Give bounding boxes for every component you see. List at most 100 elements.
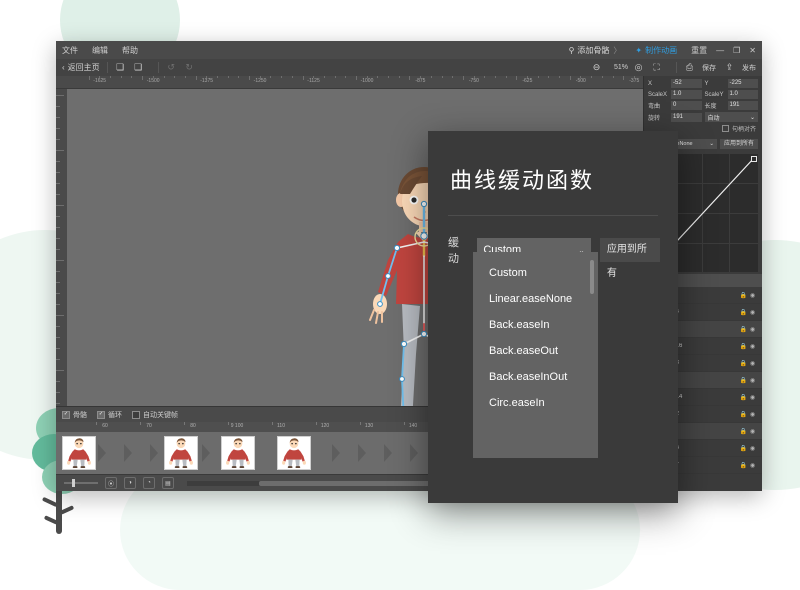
back-to-home-button[interactable]: ‹ 返回主页 — [62, 62, 100, 73]
transform-grid: X -52 Y -225 ScaleX 1.0 ScaleY 1.0 弯曲 0 … — [648, 79, 758, 122]
ruler-minor-tick — [121, 76, 122, 78]
ease-option[interactable]: Back.easeOut — [473, 338, 598, 364]
publish-icon[interactable]: ⇪ — [724, 62, 735, 73]
eye-icon[interactable]: ◉ — [748, 411, 757, 418]
target-center-icon[interactable]: ◎ — [633, 62, 644, 73]
ruler-minor-tick — [270, 76, 271, 78]
record-icon[interactable]: ⦿ — [105, 477, 117, 489]
minimize-button[interactable]: — — [716, 46, 724, 55]
lock-icon[interactable]: 🔒 — [739, 343, 748, 350]
ruler-label: -1125 — [307, 78, 319, 84]
menu-edit[interactable]: 编辑 — [92, 45, 108, 56]
ease-option[interactable]: Circ.easeIn — [473, 390, 598, 416]
eye-icon[interactable]: ◉ — [748, 445, 757, 452]
mode-select[interactable]: 自动 ⌄ — [705, 112, 759, 122]
lock-icon[interactable]: 🔒 — [739, 292, 748, 299]
timeline-tick — [272, 422, 273, 425]
eye-icon[interactable]: ◉ — [748, 292, 757, 299]
ease-option[interactable]: Back.easeIn — [473, 312, 598, 338]
eye-icon[interactable]: ◉ — [748, 309, 757, 316]
eye-icon[interactable]: ◉ — [748, 462, 757, 469]
eye-icon[interactable]: ◉ — [748, 428, 757, 435]
vertical-ruler-tick — [56, 194, 60, 195]
lock-icon[interactable]: 🔒 — [739, 394, 748, 401]
vertical-ruler-tick — [56, 183, 60, 184]
dropdown-scrollbar[interactable] — [590, 260, 594, 294]
lock-icon[interactable]: 🔒 — [739, 411, 748, 418]
label-scaley: ScaleY — [705, 92, 725, 98]
ruler-minor-tick — [131, 76, 132, 78]
checkbox-loop-label: 循环 — [108, 410, 122, 420]
paste-icon[interactable]: ❑ — [133, 62, 144, 73]
vertical-ruler-tick — [56, 238, 60, 239]
checkbox-loop[interactable]: ✓ 循环 — [97, 410, 122, 420]
checkbox-bone-box: ✓ — [62, 411, 70, 419]
timeline-zoom-slider[interactable] — [64, 482, 98, 484]
menu-file[interactable]: 文件 — [62, 45, 78, 56]
ease-options-dropdown[interactable]: CustomLinear.easeNoneBack.easeInBack.eas… — [473, 252, 598, 458]
value-y[interactable]: -225 — [728, 79, 759, 88]
frame-transition-arrow — [150, 444, 158, 462]
copy-icon[interactable]: ❏ — [115, 62, 126, 73]
zoom-out-icon[interactable]: ⊖ — [591, 62, 602, 73]
reset-layout-button[interactable]: 重置 — [691, 45, 707, 56]
value-bend[interactable]: 0 — [671, 101, 702, 110]
ease-option[interactable]: Linear.easeNone — [473, 286, 598, 312]
lock-icon[interactable]: 🔒 — [739, 462, 748, 469]
list-view-icon[interactable]: ▤ — [162, 477, 174, 489]
save-icon[interactable]: ⎙ — [684, 62, 695, 73]
undo-icon[interactable]: ↺ — [166, 62, 177, 73]
eye-icon[interactable]: ◉ — [748, 377, 757, 384]
timeline-ruler-label: 110 — [277, 423, 285, 429]
eye-icon[interactable]: ◉ — [748, 394, 757, 401]
vertical-ruler-tick — [56, 227, 60, 228]
frame-thumbnail[interactable] — [62, 436, 96, 470]
lock-icon[interactable]: 🔒 — [739, 428, 748, 435]
value-length[interactable]: 191 — [728, 101, 759, 110]
curve-handle-end[interactable] — [751, 156, 757, 162]
eye-icon[interactable]: ◉ — [748, 326, 757, 333]
ruler-minor-tick — [377, 76, 378, 78]
value-x[interactable]: -52 — [671, 79, 702, 88]
ease-option[interactable]: Custom — [473, 260, 598, 286]
lock-icon[interactable]: 🔒 — [739, 309, 748, 316]
redo-icon[interactable]: ↻ — [184, 62, 195, 73]
checkbox-auto-keyframe[interactable]: 自动关键帧 — [132, 410, 178, 420]
ruler-minor-tick — [538, 76, 539, 78]
onion-skin-icon[interactable]: ◑ — [124, 477, 136, 489]
menu-bar: 文件 编辑 帮助 ⚲ 添加骨骼 〉 ✦ 制作动画 重置 — ❐ ✕ — [56, 41, 762, 59]
lock-icon[interactable]: 🔒 — [739, 360, 748, 367]
value-scaley[interactable]: 1.0 — [728, 90, 759, 99]
lock-icon[interactable]: 🔒 — [739, 445, 748, 452]
fit-screen-icon[interactable]: ⛶ — [651, 62, 662, 73]
dialog-apply-all-button[interactable]: 应用到所有 — [600, 238, 660, 262]
maximize-button[interactable]: ❐ — [733, 46, 740, 55]
ruler-minor-tick — [206, 76, 207, 78]
save-button[interactable]: 保存 — [702, 63, 716, 73]
checkbox-bone[interactable]: ✓ 骨骼 — [62, 410, 87, 420]
slider-knob[interactable] — [72, 479, 75, 487]
frame-thumbnail[interactable] — [277, 436, 311, 470]
curve-apply-all-button[interactable]: 应用到所有 — [720, 139, 758, 149]
ruler-minor-tick — [367, 76, 368, 78]
label-length: 长度 — [705, 101, 725, 110]
close-button[interactable]: ✕ — [749, 46, 756, 55]
eye-icon[interactable]: ◉ — [748, 343, 757, 350]
lock-icon[interactable]: 🔒 — [739, 326, 748, 333]
eye-icon[interactable]: ◉ — [748, 360, 757, 367]
frame-thumbnail[interactable] — [221, 436, 255, 470]
vertical-ruler-tick — [56, 403, 60, 404]
frame-thumbnail[interactable] — [164, 436, 198, 470]
publish-button[interactable]: 发布 — [742, 63, 756, 73]
checkbox-auto-keyframe-box — [132, 411, 140, 419]
mode-make-animation[interactable]: ✦ 制作动画 — [635, 45, 677, 56]
lock-icon[interactable]: 🔒 — [739, 377, 748, 384]
vertical-ruler-tick — [56, 282, 60, 283]
value-rotation[interactable]: 191 — [671, 113, 702, 122]
value-scalex[interactable]: 1.0 — [671, 90, 702, 99]
ruler-label: -375 — [629, 78, 639, 84]
mode-add-bone[interactable]: ⚲ 添加骨骼 — [569, 45, 610, 56]
ease-option[interactable]: Back.easeInOut — [473, 364, 598, 390]
opacity-icon[interactable]: ◔ — [143, 477, 155, 489]
menu-help[interactable]: 帮助 — [122, 45, 138, 56]
